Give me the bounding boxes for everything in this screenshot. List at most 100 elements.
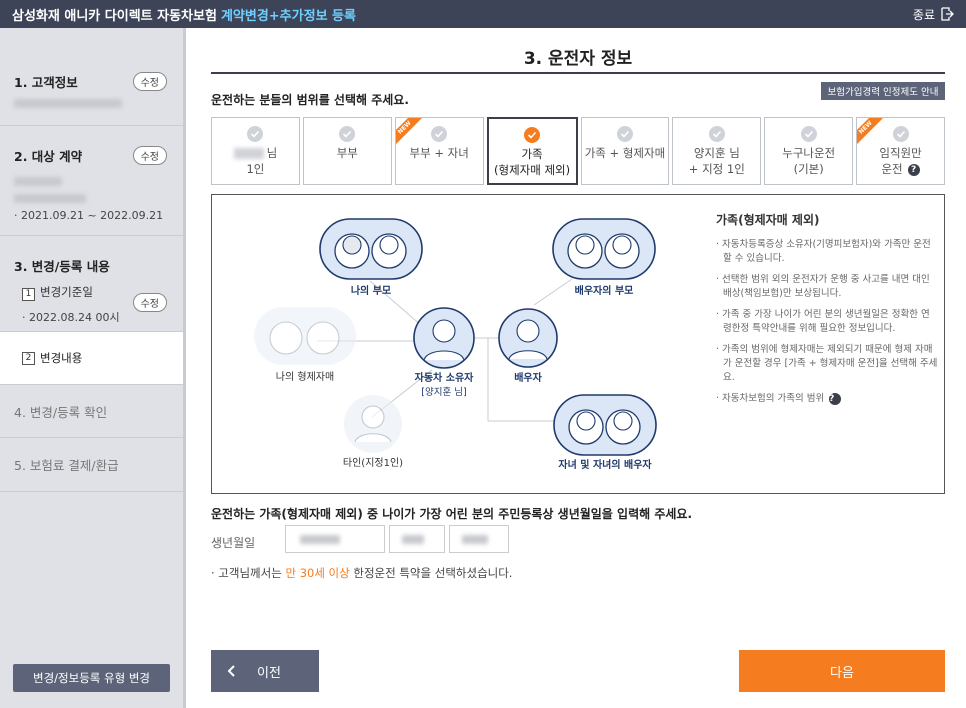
check-icon bbox=[524, 127, 541, 143]
chevron-left-icon bbox=[227, 665, 235, 677]
help-icon[interactable]: ? bbox=[907, 163, 920, 176]
option-family-siblings[interactable]: 가족 + 형제자매 bbox=[580, 117, 670, 185]
sub-step-change-detail[interactable]: 2 변경내용 bbox=[0, 332, 183, 384]
option-employees-only[interactable]: NEW 임직원만 운전? bbox=[856, 117, 945, 185]
option-sublabel: + 지정 1인 bbox=[688, 162, 745, 176]
change-type-button[interactable]: 변경/정보등록 유형 변경 bbox=[13, 664, 170, 692]
new-badge: NEW bbox=[857, 118, 886, 148]
previous-label: 이전 bbox=[257, 665, 281, 681]
check-icon bbox=[708, 126, 725, 142]
option-couple[interactable]: 부부 bbox=[302, 117, 392, 185]
step-confirm: 4. 변경/등록 확인 bbox=[0, 384, 183, 438]
option-sublabel: 1인 bbox=[246, 162, 265, 176]
option-label: 양지훈 님 bbox=[693, 146, 740, 160]
previous-button[interactable]: 이전 bbox=[211, 650, 319, 692]
info-item: · 자동차보험의 가족의 범위 bbox=[716, 393, 825, 404]
app-subtitle: 계약변경+추가정보 등록 bbox=[220, 8, 356, 24]
label-designated-other: 타인(지정1인) bbox=[343, 457, 403, 469]
label-my-siblings: 나의 형제자매 bbox=[276, 371, 334, 383]
check-icon bbox=[800, 126, 817, 142]
next-button[interactable]: 다음 bbox=[739, 650, 945, 692]
node-my-parents: 나의 부모 bbox=[319, 218, 423, 297]
check-icon bbox=[339, 126, 356, 142]
option-label: 임직원만 bbox=[879, 146, 922, 160]
option-sublabel: (형제자매 제외) bbox=[494, 163, 571, 177]
node-spouse-parents: 배우자의 부모 bbox=[552, 218, 656, 297]
info-title: 가족(형제자매 제외) bbox=[716, 213, 820, 227]
info-item: · 자동차등록증상 소유자(기명피보험자)와 가족만 운전할 수 있습니다. bbox=[716, 239, 931, 264]
age-limit-note: · 고객님께서는 만 30세 이상 한정운전 특약을 선택하셨습니다. bbox=[211, 565, 512, 581]
contract-period: · 2021.09.21 ~ 2022.09.21 bbox=[14, 209, 164, 222]
main-content: 3. 운전자 정보 운전하는 분들의 범위를 선택해 주세요. 보험가입경력 인… bbox=[189, 28, 966, 708]
node-car-owner: 자동차 소유자 [양지훈 님] bbox=[413, 307, 475, 398]
step-label: 4. 변경/등록 확인 bbox=[14, 404, 108, 420]
edit-contract-button[interactable]: 수정 bbox=[132, 146, 167, 165]
node-designated-other bbox=[344, 395, 402, 453]
option-designated-one[interactable]: 양지훈 님 + 지정 1인 bbox=[672, 117, 762, 185]
driver-range-question: 운전하는 분들의 범위를 선택해 주세요. bbox=[211, 93, 409, 107]
label-car-owner: 자동차 소유자 bbox=[415, 371, 474, 384]
check-icon bbox=[616, 126, 633, 142]
option-family[interactable]: 가족 (형제자매 제외) bbox=[486, 117, 578, 185]
birthdate-label: 생년월일 bbox=[211, 536, 256, 550]
option-sublabel: (기본) bbox=[793, 162, 824, 176]
option-label: 가족 + 형제자매 bbox=[584, 146, 666, 160]
node-my-siblings bbox=[254, 307, 356, 365]
edit-customer-button[interactable]: 수정 bbox=[132, 72, 167, 91]
new-badge: NEW bbox=[395, 118, 425, 148]
node-spouse: 배우자 bbox=[498, 308, 558, 384]
option-label: 누구나운전 bbox=[782, 146, 836, 160]
step-label: 3. 변경/등록 내용 bbox=[14, 259, 110, 274]
info-item: · 선택한 범위 외의 운전자가 운행 중 사고를 내면 대인배상(책임보험)만… bbox=[716, 274, 930, 299]
check-icon bbox=[892, 126, 909, 142]
option-sublabel: 운전 bbox=[881, 162, 903, 176]
redacted-name bbox=[233, 148, 264, 159]
sub-step-number: 1 bbox=[22, 288, 35, 301]
option-couple-children[interactable]: NEW 부부 + 자녀 bbox=[394, 117, 484, 185]
check-icon bbox=[431, 126, 448, 142]
option-anyone[interactable]: 누구나운전 (기본) bbox=[764, 117, 854, 185]
node-children: 자녀 및 자녀의 배우자 bbox=[553, 394, 657, 471]
birthdate-year-input[interactable] bbox=[285, 525, 385, 553]
sidebar: 1. 고객정보 수정 2. 대상 계약 수정 · 2021.09.21 ~ 20… bbox=[0, 28, 186, 708]
step-payment: 5. 보험료 결제/환급 bbox=[0, 438, 183, 492]
family-range-info: 가족(형제자매 제외) · 자동차등록증상 소유자(기명피보험자)와 가족만 운… bbox=[716, 211, 938, 413]
app-title: 삼성화재 애니카 다이렉트 자동차보험 bbox=[12, 8, 217, 24]
step-customer-info: 1. 고객정보 수정 bbox=[0, 28, 183, 126]
title-divider bbox=[211, 72, 945, 74]
option-label: 님 bbox=[266, 146, 278, 160]
label-spouse-parents: 배우자의 부모 bbox=[575, 284, 634, 297]
option-label: 가족 bbox=[521, 147, 543, 161]
note-highlight: 만 30세 이상 bbox=[285, 566, 350, 580]
edit-base-date-button[interactable]: 수정 bbox=[132, 293, 167, 312]
close-button[interactable]: 종료 bbox=[913, 0, 954, 28]
option-label: 부부 + 자녀 bbox=[409, 146, 469, 160]
redacted-customer bbox=[14, 99, 122, 108]
sub-step-label: 변경내용 bbox=[40, 351, 83, 365]
option-single-driver[interactable]: 님 1인 bbox=[211, 117, 300, 185]
exit-icon bbox=[941, 7, 954, 21]
driver-range-options: 님 1인 부부 NEW 부부 + 자녀 가족 (형제자매 제외) 가족 + 형제… bbox=[211, 117, 945, 185]
info-item: · 가족의 범위에 형제자매는 제외되기 때문에 형제 자매가 운전할 경우 [… bbox=[716, 344, 938, 383]
step-label: 5. 보험료 결제/환급 bbox=[14, 458, 119, 473]
top-bar: 삼성화재 애니카 다이렉트 자동차보험 계약변경+추가정보 등록 종료 bbox=[0, 0, 966, 28]
birthdate-day-input[interactable] bbox=[449, 525, 509, 553]
note-text: 한정운전 특약을 선택하셨습니다. bbox=[349, 566, 513, 580]
family-diagram: 나의 부모 배우자의 부모 나의 형제자매 자동차 소유자 [양지훈 님] 배우… bbox=[254, 218, 657, 471]
family-range-panel: 나의 부모 배우자의 부모 나의 형제자매 자동차 소유자 [양지훈 님] 배우… bbox=[211, 194, 945, 494]
sub-step-label: 변경기준일 bbox=[40, 285, 93, 299]
check-icon bbox=[247, 126, 264, 142]
help-icon[interactable]: ? bbox=[829, 392, 842, 405]
birthdate-question: 운전하는 가족(형제자매 제외) 중 나이가 가장 어린 분의 주민등록상 생년… bbox=[211, 507, 693, 521]
label-spouse: 배우자 bbox=[514, 371, 542, 384]
label-children: 자녀 및 자녀의 배우자 bbox=[558, 458, 652, 471]
step-change-content: 3. 변경/등록 내용 1 변경기준일 수정 · 2022.08.24 00시 bbox=[0, 236, 183, 332]
label-my-parents: 나의 부모 bbox=[351, 284, 391, 297]
birthdate-month-input[interactable] bbox=[389, 525, 445, 553]
option-label: 부부 bbox=[336, 146, 358, 160]
label-owner-name: [양지훈 님] bbox=[421, 386, 466, 398]
sub-step-number: 2 bbox=[22, 351, 35, 365]
insurance-history-guide-button[interactable]: 보험가입경력 인정제도 안내 bbox=[821, 82, 945, 100]
redacted-car bbox=[14, 177, 62, 186]
close-label: 종료 bbox=[912, 7, 935, 22]
